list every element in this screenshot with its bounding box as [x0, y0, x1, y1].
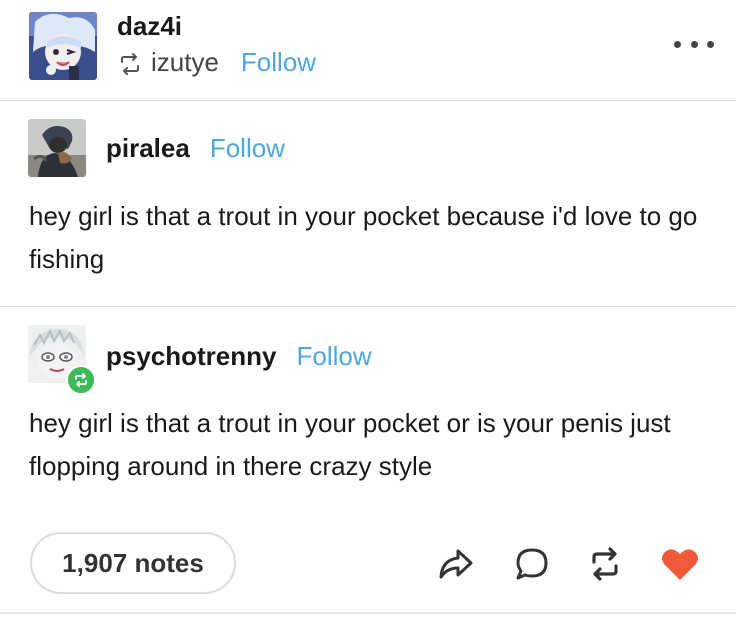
notes-count-button[interactable]: 1,907 notes [30, 532, 236, 594]
trail-avatar[interactable] [28, 119, 86, 177]
tumblr-post: daz4i izutye Follow piralea Follow hey g… [0, 0, 736, 619]
trail-blog-name: piralea Follow [106, 133, 285, 164]
trail-item-psychotrenny: psychotrenny Follow hey girl is that a tr… [0, 307, 736, 517]
trail-blog-name-text[interactable]: psychotrenny [106, 341, 277, 371]
reblogged-from: izutye Follow [117, 46, 316, 78]
follow-button[interactable]: Follow [241, 47, 316, 78]
reblogged-from-name[interactable]: izutye [151, 47, 219, 78]
dot [690, 40, 698, 48]
blog-avatar[interactable] [29, 12, 97, 80]
post-bottom-border [0, 612, 736, 614]
follow-button[interactable]: Follow [210, 133, 285, 163]
reblog-small-icon [117, 51, 143, 75]
trail-post-text: hey girl is that a trout in your pocket … [29, 408, 671, 481]
blog-name[interactable]: daz4i [117, 11, 182, 42]
follow-button[interactable]: Follow [297, 341, 372, 371]
trail-item-piralea: piralea Follow hey girl is that a trout i… [0, 101, 736, 306]
more-dots-icon[interactable] [674, 36, 714, 52]
trail-blog-name-text[interactable]: piralea [106, 133, 190, 163]
reblog-badge-icon [66, 365, 96, 395]
dot [674, 40, 681, 48]
reblog-icon[interactable] [585, 544, 625, 584]
post-header: daz4i izutye Follow [0, 0, 736, 100]
dot [707, 40, 714, 48]
like-icon[interactable] [660, 544, 700, 584]
trail-blog-name: psychotrenny Follow [106, 341, 372, 372]
share-icon[interactable] [436, 544, 476, 584]
reply-icon[interactable] [512, 544, 552, 584]
trail-post-text: hey girl is that a trout in your pocket … [29, 201, 698, 274]
